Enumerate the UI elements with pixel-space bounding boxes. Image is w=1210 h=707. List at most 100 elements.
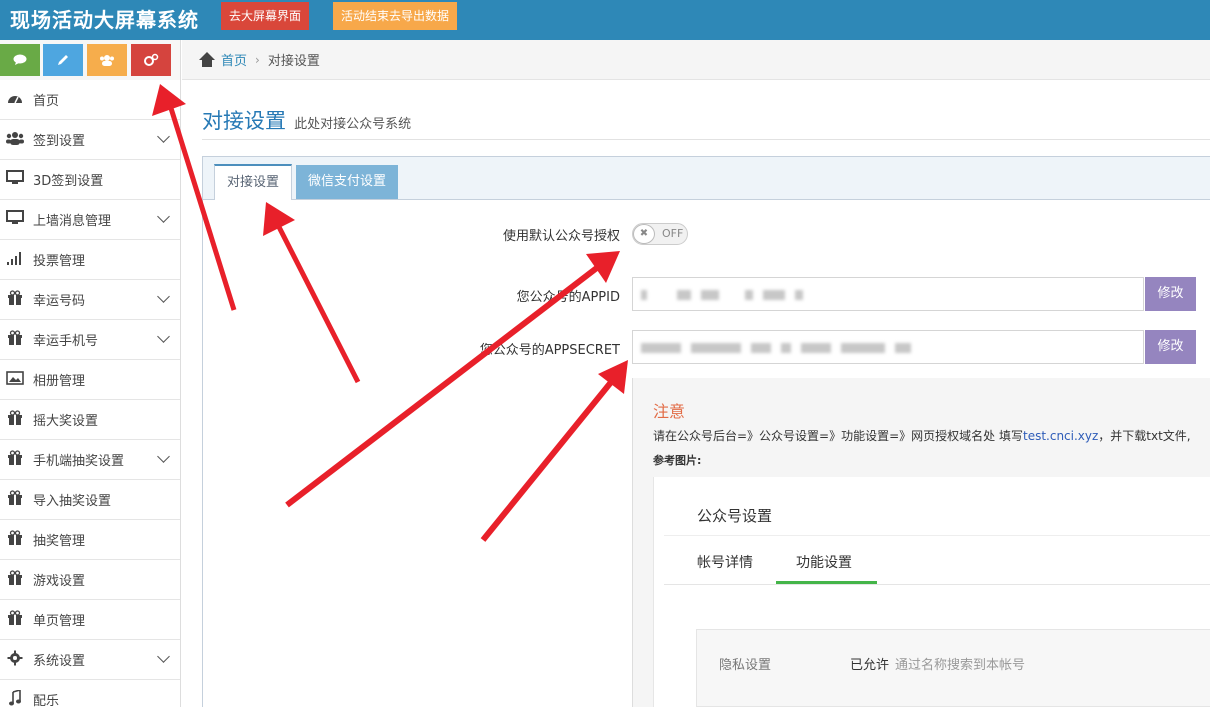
sidebar-item[interactable]: 单页管理 <box>0 600 180 640</box>
breadcrumb-current: 对接设置 <box>267 54 320 69</box>
top-bar: 现场活动大屏幕系统 去大屏幕界面 活动结束去导出数据 <box>0 0 1210 40</box>
sidebar-item-label: 系统设置 <box>33 654 86 669</box>
ref-allowed-desc: 通过名称搜索到本帐号 <box>895 658 1026 673</box>
sidebar-item-label: 手机端抽奖设置 <box>33 454 125 469</box>
sidebar-item-label: 相册管理 <box>33 374 86 389</box>
sidebar-nav: 首页签到设置 3D签到设置 上墙消息管理 投票管理幸运号码幸运手机号相册管理摇大奖设置… <box>0 80 180 707</box>
gift-icon <box>0 490 30 509</box>
brand-title: 现场活动大屏幕系统 <box>10 8 199 32</box>
sidebar-item-label: 3D签到设置 <box>33 174 104 189</box>
comment-icon[interactable] <box>0 44 40 76</box>
reference-image: 公众号设置 帐号详情 功能设置 隐私设置 已允许 通过名称搜索到本帐号 <box>653 477 1210 707</box>
reference-image-label: 参考图片: <box>653 454 702 467</box>
sidebar-item[interactable]: 上墙消息管理 <box>0 200 180 240</box>
dashboard-icon <box>0 91 30 109</box>
sidebar-item-label: 幸运手机号 <box>33 334 99 349</box>
default-auth-label: 使用默认公众号授权 <box>502 229 620 244</box>
chevron-down-icon[interactable] <box>157 330 170 343</box>
notice-title: 注意 <box>653 402 686 421</box>
sidebar-item[interactable]: 系统设置 <box>0 640 180 680</box>
ref-allowed: 已允许 <box>850 658 890 673</box>
appid-label: 您公众号的APPID <box>516 290 620 305</box>
users-icon <box>0 131 30 149</box>
sidebar-item-label: 投票管理 <box>33 254 86 269</box>
default-auth-toggle[interactable]: ✖ OFF <box>632 223 688 245</box>
sidebar-item[interactable]: 抽奖管理 <box>0 520 180 560</box>
ref-tab-account: 帐号详情 <box>697 555 753 571</box>
sidebar-item[interactable]: 幸运号码 <box>0 280 180 320</box>
sidebar-item-label: 摇大奖设置 <box>33 414 99 429</box>
gift-icon <box>0 570 30 589</box>
sidebar-item-label: 签到设置 <box>33 134 86 149</box>
appid-input[interactable] <box>632 277 1144 311</box>
chevron-down-icon[interactable] <box>157 450 170 463</box>
sidebar-item-label: 首页 <box>33 94 60 109</box>
ref-divider-2 <box>664 584 1210 585</box>
breadcrumb-home-link[interactable]: 首页 <box>221 50 247 69</box>
toggle-state: OFF <box>662 227 684 240</box>
sidebar-item[interactable]: 导入抽奖设置 <box>0 480 180 520</box>
page-header: 对接设置 此处对接公众号系统 <box>202 105 1210 140</box>
desktop-icon <box>0 210 30 229</box>
sidebar-item-label: 幸运号码 <box>33 294 86 309</box>
picture-icon <box>0 370 30 389</box>
gift-icon <box>0 610 30 629</box>
sidebar-item[interactable]: 手机端抽奖设置 <box>0 440 180 480</box>
appsecret-label: 您公众号的APPSECRET <box>479 343 620 358</box>
home-icon <box>198 51 216 68</box>
ref-settings-title: 公众号设置 <box>697 507 773 525</box>
chevron-down-icon[interactable] <box>157 210 170 223</box>
sidebar-item[interactable]: 首页 <box>0 80 180 120</box>
ref-privacy-box: 隐私设置 已允许 通过名称搜索到本帐号 <box>696 629 1210 707</box>
sidebar: 首页签到设置 3D签到设置 上墙消息管理 投票管理幸运号码幸运手机号相册管理摇大奖设置… <box>0 40 181 707</box>
sidebar-item[interactable]: 投票管理 <box>0 240 180 280</box>
notice-text: 请在公众号后台=》公众号设置=》功能设置=》网页授权域名处 填写test.cnc… <box>653 427 1191 444</box>
pencil-icon[interactable] <box>43 44 83 76</box>
gift-icon <box>0 410 30 429</box>
ref-divider <box>664 535 1210 536</box>
tab-wechat-pay-settings[interactable]: 微信支付设置 <box>296 165 399 199</box>
ref-allowed-value: 已允许 通过名称搜索到本帐号 <box>850 654 1025 673</box>
sidebar-item[interactable]: 相册管理 <box>0 360 180 400</box>
tab-integration-settings[interactable]: 对接设置 <box>214 164 293 201</box>
gift-icon <box>0 330 30 349</box>
gift-icon <box>0 290 30 309</box>
tabs-bar: 对接设置 微信支付设置 <box>202 156 1210 201</box>
page-subtitle: 此处对接公众号系统 <box>294 117 412 132</box>
chevron-down-icon[interactable] <box>157 130 170 143</box>
sidebar-item[interactable]: 配乐 <box>0 680 180 707</box>
chevron-down-icon[interactable] <box>157 650 170 663</box>
sidebar-item[interactable]: 摇大奖设置 <box>0 400 180 440</box>
sidebar-item[interactable]: 签到设置 <box>0 120 180 160</box>
gift-icon <box>0 530 30 549</box>
notice-panel: 注意 请在公众号后台=》公众号设置=》功能设置=》网页授权域名处 填写test.… <box>632 378 1210 707</box>
sidebar-item-label: 上墙消息管理 <box>33 214 112 229</box>
users-icon[interactable] <box>87 44 127 76</box>
sidebar-item-label: 抽奖管理 <box>33 534 86 549</box>
breadcrumb: 首页 › 对接设置 <box>182 40 1210 80</box>
sidebar-item-label: 单页管理 <box>33 614 86 629</box>
sidebar-item-label: 配乐 <box>33 694 60 707</box>
notice-domain: test.cnci.xyz <box>1022 429 1099 443</box>
cogs-icon[interactable] <box>131 44 171 76</box>
ref-tab-function: 功能设置 <box>796 555 852 571</box>
sidebar-item[interactable]: 幸运手机号 <box>0 320 180 360</box>
music-icon <box>0 688 30 707</box>
gift-icon <box>0 450 30 469</box>
edit-appsecret-button[interactable]: 修改 <box>1145 330 1196 364</box>
sidebar-item[interactable]: 3D签到设置 <box>0 160 180 200</box>
edit-appid-button[interactable]: 修改 <box>1145 277 1196 311</box>
ref-privacy-label: 隐私设置 <box>719 658 772 673</box>
page-title: 对接设置 <box>202 109 286 133</box>
export-data-button[interactable]: 活动结束去导出数据 <box>333 2 458 30</box>
notice-text-before: 请在公众号后台=》公众号设置=》功能设置=》网页授权域名处 填写 <box>653 429 1023 443</box>
chevron-down-icon[interactable] <box>157 290 170 303</box>
breadcrumb-separator: › <box>255 52 260 67</box>
cog-icon <box>0 650 30 670</box>
appsecret-input[interactable] <box>632 330 1144 364</box>
big-screen-button[interactable]: 去大屏幕界面 <box>221 2 310 30</box>
sidebar-shortcuts <box>0 40 180 80</box>
sidebar-item-label: 游戏设置 <box>33 574 86 589</box>
sidebar-item[interactable]: 游戏设置 <box>0 560 180 600</box>
desktop-icon <box>0 170 30 189</box>
